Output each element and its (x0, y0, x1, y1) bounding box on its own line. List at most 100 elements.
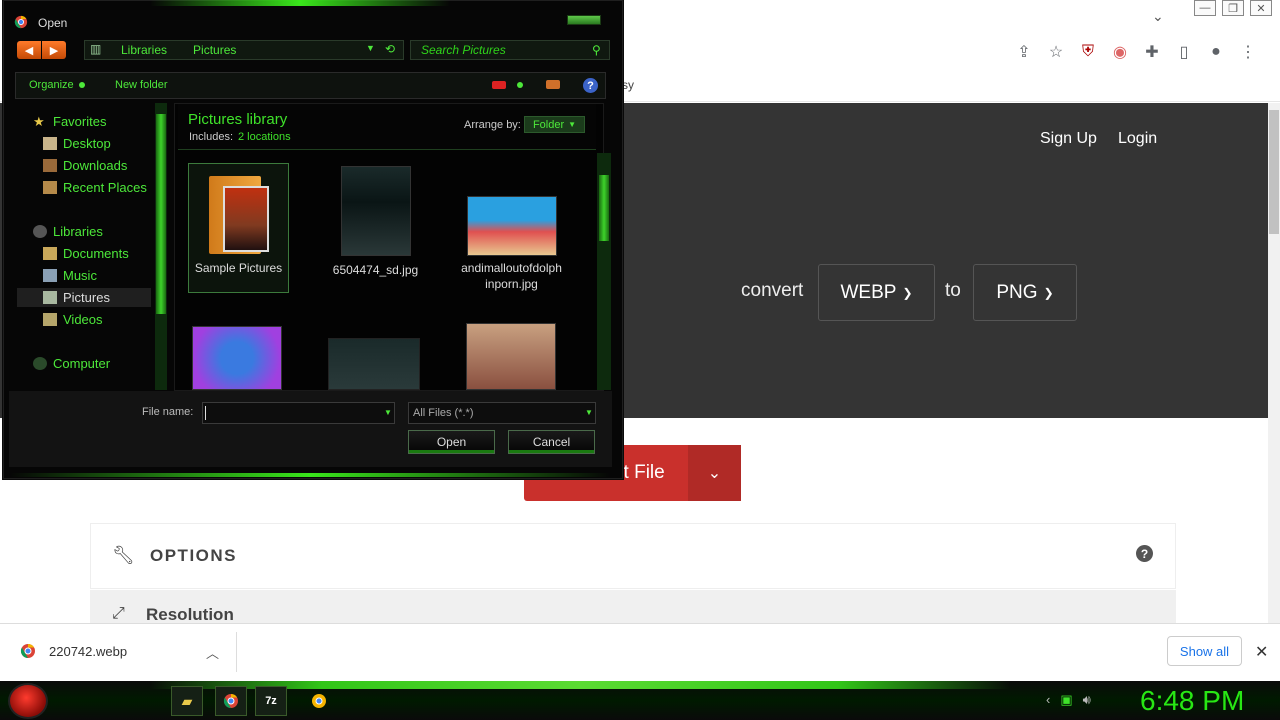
file-item-sample-pictures[interactable]: Sample Pictures (188, 163, 289, 293)
view-options-dot-icon[interactable] (517, 82, 523, 88)
music-icon (43, 269, 57, 282)
change-view-icon[interactable] (492, 81, 506, 89)
open-button[interactable]: Open (408, 430, 495, 454)
wrench-icon: 🔧︎ (112, 545, 135, 565)
recent-places-icon (43, 181, 57, 194)
bookmark-star-icon[interactable]: ☆ (1047, 42, 1065, 62)
nav-item-favorites[interactable]: ★ Favorites (33, 114, 106, 129)
signup-link[interactable]: Sign Up (1040, 130, 1097, 148)
search-icon[interactable]: ⚲ (592, 43, 601, 57)
dropdown-dot-icon (79, 82, 85, 88)
nav-item-videos[interactable]: Videos (43, 312, 103, 327)
image-thumbnail[interactable] (192, 326, 282, 390)
file-label: andimalloutofdolphinporn.jpg (461, 261, 562, 291)
nav-item-recent-places[interactable]: Recent Places (43, 180, 147, 195)
refresh-icon[interactable]: ⟲ (385, 42, 395, 56)
breadcrumb-pictures[interactable]: Pictures (193, 43, 236, 57)
nav-item-pictures[interactable]: Pictures (43, 290, 110, 305)
show-all-button[interactable]: Show all (1167, 636, 1242, 666)
network-icon[interactable]: ▣ (1060, 692, 1072, 708)
window-controls: — ❐ ✕ (1194, 0, 1272, 20)
extension-shield-icon[interactable]: ⛨ (1079, 43, 1097, 61)
download-filename[interactable]: 220742.webp (49, 644, 127, 659)
share-icon[interactable]: ⇪ (1015, 42, 1033, 62)
preview-pane-icon[interactable] (546, 80, 560, 89)
nav-label: Downloads (63, 158, 128, 173)
divider (236, 632, 237, 672)
image-thumbnail[interactable] (466, 323, 556, 390)
nav-item-downloads[interactable]: Downloads (43, 158, 127, 173)
file-item-6504474[interactable]: 6504474_sd.jpg (325, 166, 426, 278)
close-icon[interactable]: ✕ (1255, 642, 1268, 662)
dialog-glow (150, 0, 450, 6)
chevron-up-icon[interactable]: ︿ (206, 643, 219, 662)
resolution-panel (90, 590, 1176, 626)
files-scrollbar-thumb[interactable] (599, 175, 609, 241)
breadcrumb-libraries[interactable]: Libraries (121, 43, 167, 57)
nav-label: Favorites (53, 114, 107, 129)
file-item-andimall[interactable]: andimalloutofdolphinporn.jpg (461, 196, 562, 292)
help-icon[interactable]: ? (1136, 545, 1153, 562)
extensions-puzzle-icon[interactable]: ✚ (1143, 42, 1161, 62)
search-input[interactable]: Search Pictures (410, 40, 610, 60)
pictures-icon (43, 291, 57, 304)
volume-icon[interactable]: 🔊︎ (1083, 692, 1091, 708)
restore-button[interactable]: ❐ (1222, 0, 1244, 16)
downloads-folder-icon (43, 159, 57, 172)
side-panel-icon[interactable]: ▯ (1175, 42, 1193, 62)
forward-button[interactable]: ▶ (42, 41, 66, 59)
taskbar-explorer-icon[interactable]: ▰ (171, 686, 203, 716)
taskbar-chrome-canary-icon[interactable] (303, 686, 335, 716)
from-format-dropdown[interactable]: WEBP ❯ (818, 264, 935, 321)
help-icon[interactable]: ? (583, 78, 598, 93)
nav-item-documents[interactable]: Documents (43, 246, 129, 261)
nav-label: Pictures (63, 290, 110, 305)
chevron-down-icon[interactable]: ▼ (366, 43, 375, 53)
cancel-button[interactable]: Cancel (508, 430, 595, 454)
convert-label: convert (741, 280, 804, 301)
nav-scrollbar-thumb[interactable] (156, 114, 166, 314)
nav-item-libraries[interactable]: Libraries (33, 224, 103, 239)
start-button[interactable] (8, 683, 48, 719)
organize-button[interactable]: Organize (29, 79, 74, 91)
nav-label: Music (63, 268, 97, 283)
includes-locations-link[interactable]: 2 locations (238, 131, 291, 143)
extension-flag-icon[interactable]: ◉ (1111, 42, 1129, 62)
close-window-button[interactable]: ✕ (1250, 0, 1272, 16)
taskbar-chrome-icon[interactable] (215, 686, 247, 716)
nav-item-desktop[interactable]: Desktop (43, 136, 111, 151)
tab-search-chevron-icon[interactable]: ⌄ (1152, 8, 1164, 25)
videos-icon (43, 313, 57, 326)
computer-icon (33, 357, 47, 370)
profile-avatar-icon[interactable]: ● (1207, 43, 1225, 61)
star-icon: ★ (33, 114, 45, 129)
page-scrollbar-thumb[interactable] (1269, 110, 1279, 234)
image-thumbnail[interactable] (328, 338, 420, 390)
login-link[interactable]: Login (1118, 130, 1157, 148)
clock[interactable]: 6:48 PM (1140, 685, 1244, 717)
chevron-down-icon[interactable]: ▼ (384, 408, 392, 417)
dialog-close-button[interactable] (567, 15, 601, 25)
menu-kebab-icon[interactable]: ⋮ (1239, 42, 1257, 62)
chevron-down-icon[interactable]: ▼ (585, 408, 593, 417)
nav-label: Recent Places (63, 180, 147, 195)
filetype-dropdown[interactable]: All Files (*.*) (408, 402, 596, 424)
back-button[interactable]: ◀ (17, 41, 41, 59)
nav-item-music[interactable]: Music (43, 268, 97, 283)
nav-item-computer[interactable]: Computer (33, 356, 110, 371)
to-format-dropdown[interactable]: PNG ❯ (973, 264, 1077, 321)
image-thumbnail (340, 166, 411, 256)
to-label: to (945, 280, 961, 301)
select-file-dropdown-icon[interactable]: ⌄ (688, 445, 741, 501)
arrange-by-label: Arrange by: (464, 119, 521, 131)
options-title: OPTIONS (150, 546, 238, 565)
tray-chevron-icon[interactable]: ‹ (1046, 692, 1050, 708)
taskbar-7zip-icon[interactable]: 7z (255, 686, 287, 716)
new-folder-button[interactable]: New folder (115, 79, 168, 91)
address-breadcrumb[interactable]: Libraries Pictures (84, 40, 404, 60)
arrange-by-dropdown[interactable]: Folder ▼ (524, 116, 585, 133)
filename-input[interactable] (202, 402, 395, 424)
dialog-glow (10, 473, 610, 477)
bookmark-text[interactable]: sy (622, 78, 634, 92)
minimize-button[interactable]: — (1194, 0, 1216, 16)
